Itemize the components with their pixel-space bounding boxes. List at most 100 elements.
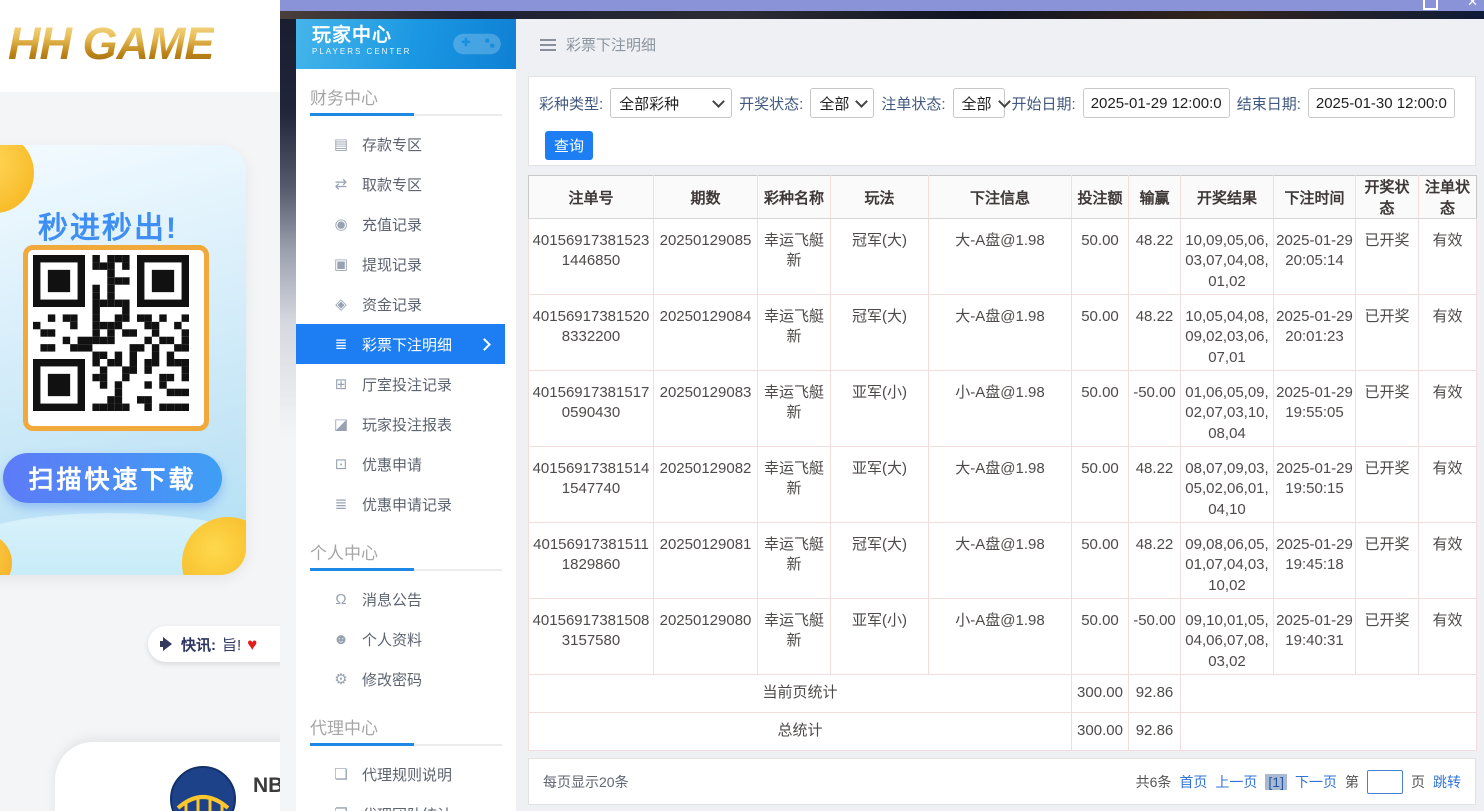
first-page-link[interactable]: 首页 (1179, 772, 1207, 792)
jump-button[interactable]: 跳转 (1433, 772, 1461, 792)
chevron-right-icon (478, 338, 491, 351)
start-date-label: 开始日期: (1012, 93, 1076, 114)
col-header-period: 期数 (654, 176, 758, 219)
sidebar-item-agent-team-stats[interactable]: ❐代理团队统计 (296, 794, 516, 811)
table-row: 40156917381514154774020250129082幸运飞艇新亚军(… (529, 447, 1477, 523)
sidebar-item-agent-rules[interactable]: ❏代理规则说明 (296, 754, 516, 794)
cell-lottery-name: 幸运飞艇新 (758, 371, 831, 447)
sidebar-item-deposit-zone[interactable]: ▤ 存款专区 (296, 124, 516, 164)
sidebar-item-funds-records[interactable]: ◈资金记录 (296, 284, 516, 324)
order-status-select[interactable]: 全部 (953, 88, 1005, 118)
cell-bet-info: 大-A盘@1.98 (929, 295, 1072, 371)
lottery-type-value: 全部彩种 (619, 93, 679, 114)
background-page: HH GAME 秒进秒出! 扫描快速下载 快讯: 旨! ♥ (0, 0, 280, 811)
site-header: HH GAME (0, 0, 280, 92)
close-icon[interactable] (1467, 0, 1478, 10)
sidebar-item-promo-apply[interactable]: ⊡优惠申请 (296, 444, 516, 484)
end-date-input[interactable] (1308, 88, 1455, 118)
qr-code[interactable] (23, 245, 209, 431)
sidebar-section-label-1: 个人中心 (296, 524, 516, 569)
stats-label: 当前页统计 (529, 675, 1072, 713)
scan-download-button[interactable]: 扫描快速下载 (3, 453, 222, 503)
cell-period: 20250129083 (654, 371, 758, 447)
cell-win-loss: 48.22 (1129, 219, 1181, 295)
bet-details-table: 注单号期数彩种名称玩法下注信息投注额输赢开奖结果下注时间开奖状态注单状态 401… (528, 175, 1477, 751)
query-button[interactable]: 查询 (545, 131, 593, 160)
lottery-type-select[interactable]: 全部彩种 (610, 88, 732, 118)
sidebar-item-withdrawal-records[interactable]: ▣提现记录 (296, 244, 516, 284)
cell-bet-id: 401569173815111829860 (529, 523, 654, 599)
promo-ticket-icon: ⊡ (332, 455, 350, 473)
cell-lottery-name: 幸运飞艇新 (758, 219, 831, 295)
sidebar-item-player-bet-report[interactable]: ◪玩家投注报表 (296, 404, 516, 444)
sidebar-item-label: 存款专区 (362, 134, 422, 155)
cell-play-type: 亚军(大) (831, 447, 929, 523)
draw-status-select[interactable]: 全部 (810, 88, 874, 118)
cell-bet-id: 401569173815083157580 (529, 599, 654, 675)
cell-draw-status: 已开奖 (1356, 523, 1419, 599)
next-page-link[interactable]: 下一页 (1295, 772, 1337, 792)
cell-draw-status: 已开奖 (1356, 371, 1419, 447)
speaker-icon (160, 637, 175, 651)
cell-period: 20250129085 (654, 219, 758, 295)
draw-status-value: 全部 (819, 93, 849, 114)
page-title: 彩票下注明细 (566, 34, 656, 55)
deposit-card-icon: ▤ (332, 135, 350, 153)
gamepad-icon (448, 27, 506, 61)
ticker-text: 旨! (222, 634, 241, 655)
sidebar-item-change-password[interactable]: ⚙ 修改密码 (296, 659, 516, 699)
recharge-moneybag-icon: ◉ (332, 215, 350, 233)
col-header-play-type: 玩法 (831, 176, 929, 219)
sidebar-item-label: 优惠申请记录 (362, 494, 452, 515)
jump-prefix: 第 (1345, 772, 1359, 792)
sidebar-item-lottery-bet-details[interactable]: ≣彩票下注明细 (296, 324, 505, 364)
cell-play-type: 冠军(大) (831, 523, 929, 599)
sidebar-item-profile[interactable]: ☻个人资料 (296, 619, 516, 659)
filter-row: 彩种类型: 全部彩种 开奖状态: 全部 注单状态: 全部 开始日期: 结束日期: (529, 77, 1475, 118)
nba-card-title: NBA (253, 774, 280, 798)
chevron-down-icon (998, 95, 1011, 108)
sidebar-item-recharge-records[interactable]: ◉充值记录 (296, 204, 516, 244)
table-header-row: 注单号期数彩种名称玩法下注信息投注额输赢开奖结果下注时间开奖状态注单状态 (529, 176, 1477, 219)
cell-draw-result: 10,09,05,06,03,07,04,08,01,02 (1181, 219, 1274, 295)
stats-empty (1181, 713, 1477, 751)
window-titlebar (280, 0, 1484, 11)
start-date-input[interactable] (1083, 88, 1230, 118)
sidebar-item-promo-apply-records[interactable]: ≣优惠申请记录 (296, 484, 516, 524)
background-gap-strip (280, 19, 296, 439)
cell-draw-result: 10,05,04,08,09,02,03,06,07,01 (1181, 295, 1274, 371)
sidebar-item-announcements[interactable]: Ω消息公告 (296, 579, 516, 619)
prev-page-link[interactable]: 上一页 (1215, 772, 1257, 792)
cell-bet-id: 401569173815231446850 (529, 219, 654, 295)
sidebar-item-hall-bet-records[interactable]: ⊞ 厅室投注记录 (296, 364, 516, 404)
sidebar-section-label-2: 代理中心 (296, 699, 516, 744)
cell-bet-id: 401569173815141547740 (529, 447, 654, 523)
sidebar: 玩家中心 PLAYERS CENTER 财务中心▤存款专区⇄取款专区◉充值记录▣… (296, 19, 516, 811)
ticker-label: 快讯: (181, 634, 216, 655)
site-logo[interactable]: HH GAME (8, 18, 214, 70)
page-jump-input[interactable] (1367, 770, 1403, 794)
sidebar-item-label: 厅室投注记录 (362, 374, 452, 395)
sidebar-item-label: 修改密码 (362, 669, 422, 690)
bridge-graphic (172, 768, 234, 811)
cell-lottery-name: 幸运飞艇新 (758, 599, 831, 675)
page-size-text: 每页显示20条 (543, 772, 629, 792)
gear-icon: ⚙ (332, 670, 350, 688)
col-header-bet-info: 下注信息 (929, 176, 1072, 219)
cell-bet-time: 2025-01-29 19:50:15 (1274, 447, 1356, 523)
stats-empty (1181, 675, 1477, 713)
sidebar-item-label: 取款专区 (362, 174, 422, 195)
cell-play-type: 亚军(小) (831, 599, 929, 675)
current-page[interactable]: [1] (1265, 774, 1287, 790)
sidebar-item-withdraw-zone[interactable]: ⇄取款专区 (296, 164, 516, 204)
cell-period: 20250129081 (654, 523, 758, 599)
cell-bet-time: 2025-01-29 20:05:14 (1274, 219, 1356, 295)
menu-hamburger-icon[interactable] (540, 39, 556, 51)
news-ticker[interactable]: 快讯: 旨! ♥ (148, 626, 280, 662)
cell-win-loss: 48.22 (1129, 447, 1181, 523)
sidebar-item-label: 彩票下注明细 (362, 334, 452, 355)
maximize-icon[interactable] (1423, 0, 1438, 10)
hall-records-icon: ⊞ (332, 375, 350, 393)
screen: HH GAME 秒进秒出! 扫描快速下载 快讯: 旨! ♥ (0, 0, 1484, 811)
cell-order-status: 有效 (1419, 599, 1477, 675)
